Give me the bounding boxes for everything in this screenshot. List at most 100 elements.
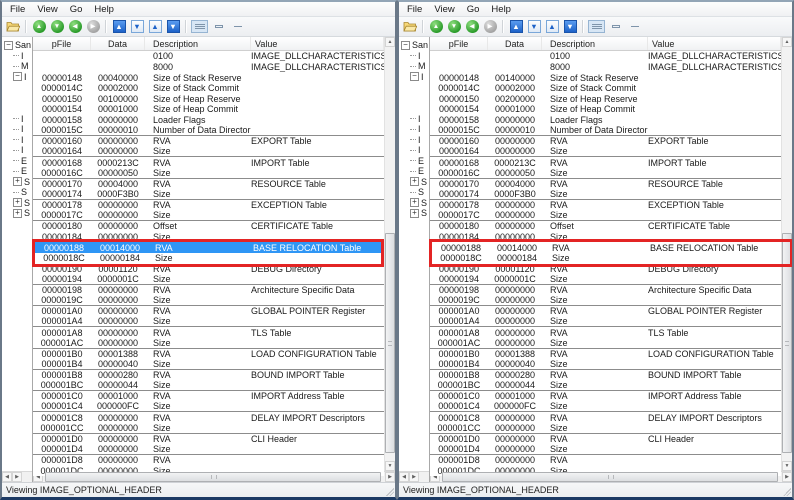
tree-item[interactable]: S xyxy=(399,187,429,198)
table-row[interactable]: 000001D4 00000000 Size xyxy=(33,444,384,455)
column-header-pfile[interactable]: pFile xyxy=(33,37,91,50)
table-row[interactable]: 000001A4 00000000 Size xyxy=(430,316,781,328)
tree-horizontal-scrollbar[interactable]: ◀ ▶ xyxy=(2,471,32,482)
table-row[interactable]: 000001CC 00000000 Size xyxy=(430,423,781,434)
expand-icon[interactable]: + xyxy=(13,198,22,208)
table-row[interactable]: 00000178 00000000 RVA EXCEPTION Table xyxy=(430,200,781,211)
table-row[interactable]: 00000148 00040000 Size of Stack Reserve xyxy=(33,72,384,83)
column-header-pfile[interactable]: pFile xyxy=(430,37,488,50)
table-row[interactable]: 000001B0 00001388 RVA LOAD CONFIGURATION Ta… xyxy=(33,349,384,360)
list-horizontal-scrollbar[interactable]: ◀ ▶ xyxy=(430,471,792,482)
tree-item[interactable]: I xyxy=(2,114,32,125)
tree-item[interactable]: I xyxy=(399,114,429,125)
horizontal-scroll-thumb[interactable] xyxy=(45,472,381,482)
table-row[interactable]: 0000016C 00000050 Size xyxy=(430,168,781,179)
table-row[interactable]: 000001BC 00000044 Size xyxy=(430,380,781,391)
tree-item[interactable] xyxy=(2,93,32,104)
tree-item[interactable]: I xyxy=(399,145,429,156)
scroll-up-icon[interactable]: ▲ xyxy=(782,37,792,47)
table-row[interactable]: 00000168 0000213C RVA IMPORT Table xyxy=(33,157,384,168)
column-header-data[interactable]: Data xyxy=(91,37,145,50)
nav-down-button[interactable]: ▼ xyxy=(49,19,65,34)
table-row[interactable]: 00000198 00000000 RVA Architecture Specific… xyxy=(33,285,384,296)
menu-go[interactable]: Go xyxy=(461,3,486,16)
column-header-value[interactable]: Value xyxy=(648,37,781,50)
table-row[interactable]: 00000188 00014000 RVA BASE RELOCATION Table xyxy=(35,242,381,253)
table-row[interactable]: 00000154 00001000 Size of Heap Commit xyxy=(33,104,384,115)
table-row[interactable]: 0000018C 00000184 Size xyxy=(432,253,790,264)
scroll-left-icon[interactable]: ◀ xyxy=(399,472,409,482)
table-row[interactable]: 00000160 00000000 RVA EXPORT Table xyxy=(430,136,781,147)
table-row[interactable]: 000001C0 00001000 RVA IMPORT Address Table xyxy=(430,391,781,402)
tree-item[interactable] xyxy=(399,82,429,93)
goto-prev-item-button[interactable]: ▲ xyxy=(544,19,560,34)
table-row[interactable]: 00000170 00004000 RVA RESOURCE Table xyxy=(430,179,781,190)
column-header-data[interactable]: Data xyxy=(488,37,542,50)
tree-item[interactable]: I xyxy=(399,135,429,146)
expand-icon[interactable]: + xyxy=(13,208,22,218)
menu-file[interactable]: File xyxy=(401,3,428,16)
table-row[interactable]: 000001B4 00000040 Size xyxy=(33,359,384,370)
menu-file[interactable]: File xyxy=(4,3,31,16)
view-medium-button[interactable] xyxy=(607,20,624,33)
table-row[interactable]: 000001A0 00000000 RVA GLOBAL POINTER Regist… xyxy=(33,306,384,317)
tree-item[interactable]: I xyxy=(2,124,32,135)
expand-icon[interactable]: + xyxy=(410,208,419,218)
table-row[interactable]: 000001B8 00000280 RVA BOUND IMPORT Table xyxy=(430,370,781,381)
tree-item[interactable]: E xyxy=(399,166,429,177)
scroll-down-icon[interactable]: ▼ xyxy=(385,461,395,471)
scroll-right-icon[interactable]: ▶ xyxy=(782,472,792,482)
tree-item[interactable]: I xyxy=(399,124,429,135)
table-row[interactable]: 00000168 0000213C RVA IMPORT Table xyxy=(430,157,781,168)
view-narrow-button[interactable] xyxy=(626,20,643,33)
menu-view[interactable]: View xyxy=(31,3,63,16)
table-row[interactable]: 00000164 00000000 Size xyxy=(33,146,384,158)
table-row[interactable]: 00000198 00000000 RVA Architecture Specific… xyxy=(430,285,781,296)
scroll-left-icon[interactable]: ◀ xyxy=(2,472,12,482)
table-row[interactable]: 000001A0 00000000 RVA GLOBAL POINTER Regist… xyxy=(430,306,781,317)
table-row[interactable]: 0000016C 00000050 Size xyxy=(33,168,384,179)
tree-item[interactable]: M xyxy=(399,61,429,72)
scroll-right-icon[interactable]: ▶ xyxy=(409,472,419,482)
goto-last-item-button[interactable]: ▼ xyxy=(165,19,181,34)
collapse-icon[interactable]: − xyxy=(410,72,419,82)
table-row[interactable]: 000001B0 00001388 RVA LOAD CONFIGURATION Ta… xyxy=(430,349,781,360)
goto-first-item-button[interactable]: ▲ xyxy=(111,19,127,34)
tree-item[interactable]: + S xyxy=(399,177,429,188)
scroll-up-icon[interactable]: ▲ xyxy=(385,37,395,47)
open-file-button[interactable] xyxy=(5,19,21,34)
tree-item[interactable]: − San xyxy=(399,40,429,51)
expand-icon[interactable]: + xyxy=(410,198,419,208)
table-row[interactable]: 00000154 00001000 Size of Heap Commit xyxy=(430,104,781,115)
tree-item[interactable]: + S xyxy=(2,198,32,209)
view-wide-button[interactable] xyxy=(191,20,208,33)
menu-help[interactable]: Help xyxy=(88,3,120,16)
tree-item[interactable]: + S xyxy=(2,177,32,188)
resize-grip[interactable] xyxy=(783,488,791,496)
table-row[interactable]: 0000017C 00000000 Size xyxy=(430,210,781,221)
table-row[interactable]: 00000170 00004000 RVA RESOURCE Table xyxy=(33,179,384,190)
table-row[interactable]: 0000014C 00002000 Size of Stack Commit xyxy=(33,83,384,94)
table-row[interactable]: 000001B8 00000280 RVA BOUND IMPORT Table xyxy=(33,370,384,381)
tree-item[interactable]: − I xyxy=(399,72,429,83)
menu-go[interactable]: Go xyxy=(64,3,89,16)
tree-item[interactable]: S xyxy=(2,187,32,198)
table-row[interactable]: 00000194 0000001C Size xyxy=(430,274,781,285)
column-header-description[interactable]: Description xyxy=(145,37,251,50)
open-file-button[interactable] xyxy=(402,19,418,34)
tree-item[interactable]: − I xyxy=(2,72,32,83)
table-row[interactable]: 000001B4 00000040 Size xyxy=(430,359,781,370)
vertical-scroll-thumb[interactable] xyxy=(385,233,395,453)
scroll-right-icon[interactable]: ▶ xyxy=(12,472,22,482)
view-medium-button[interactable] xyxy=(210,20,227,33)
tree-item[interactable]: I xyxy=(2,145,32,156)
nav-up-button[interactable]: ▲ xyxy=(428,19,444,34)
view-wide-button[interactable] xyxy=(588,20,605,33)
tree-item[interactable]: E xyxy=(2,156,32,167)
table-row[interactable]: 00000148 00140000 Size of Stack Reserve xyxy=(430,72,781,83)
table-row[interactable]: 000001CC 00000000 Size xyxy=(33,423,384,434)
table-row[interactable]: 0000018C 00000184 Size xyxy=(35,253,381,264)
table-row[interactable]: 000001AC 00000000 Size xyxy=(430,338,781,349)
horizontal-scroll-thumb[interactable] xyxy=(442,472,778,482)
tree-item[interactable] xyxy=(2,103,32,114)
